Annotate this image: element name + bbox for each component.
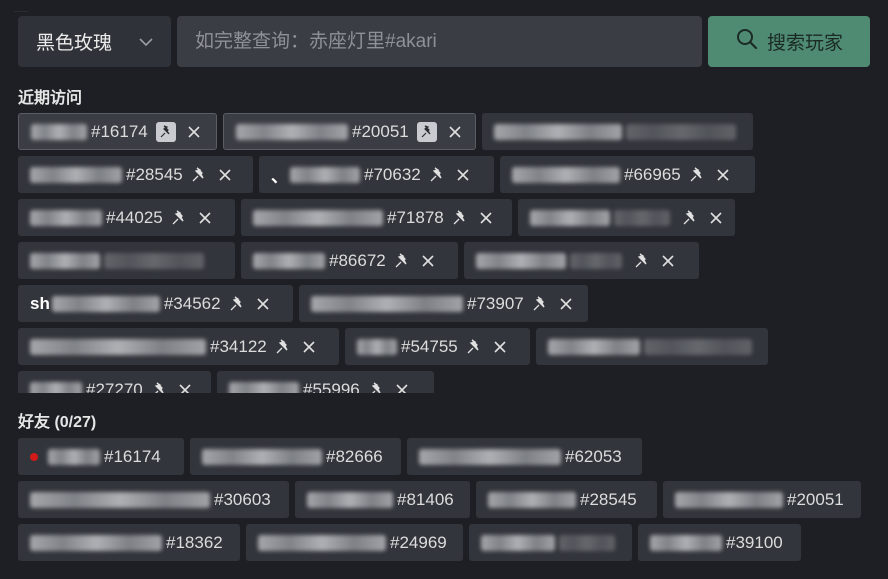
player-tag: #70632	[364, 164, 421, 184]
close-icon[interactable]	[480, 211, 492, 224]
pin-icon[interactable]	[191, 166, 207, 183]
close-icon[interactable]	[710, 211, 722, 224]
player-tag: #18362	[166, 532, 223, 552]
friend-chip[interactable]: #24969	[246, 524, 463, 561]
search-button[interactable]: 搜索玩家	[708, 16, 870, 67]
pin-icon[interactable]	[682, 209, 698, 226]
player-tag: #62053	[565, 446, 622, 466]
friend-chip[interactable]: #81406	[295, 481, 470, 518]
player-tag: #34562	[163, 293, 221, 313]
recent-chip[interactable]: #86672	[241, 242, 458, 279]
close-icon[interactable]	[396, 383, 408, 393]
close-icon[interactable]	[257, 297, 269, 310]
close-icon[interactable]	[188, 125, 200, 138]
friends-section-title: 好友 (0/27)	[18, 414, 97, 431]
pin-icon[interactable]	[171, 209, 187, 226]
chevron-down-icon	[137, 33, 155, 57]
recent-chip[interactable]	[536, 328, 768, 365]
recent-chip[interactable]: #66965	[500, 156, 755, 193]
server-select-label: 黑色玫瑰	[36, 33, 113, 54]
recent-chip[interactable]	[18, 242, 235, 279]
close-icon[interactable]	[179, 383, 191, 393]
close-icon[interactable]	[303, 340, 315, 353]
close-icon[interactable]	[422, 254, 434, 267]
recent-chip[interactable]: sh #34562	[18, 285, 293, 322]
recent-chip[interactable]: #20051	[223, 113, 476, 150]
close-icon[interactable]	[219, 168, 231, 181]
player-tag: #27270	[86, 379, 143, 394]
pin-icon[interactable]	[689, 166, 705, 183]
player-tag: #28545	[580, 489, 637, 509]
search-bar: 黑色玫瑰 搜索玩家	[18, 16, 870, 67]
recent-chip[interactable]: #27270	[18, 371, 211, 393]
pin-icon[interactable]	[634, 252, 650, 269]
pin-icon[interactable]	[275, 338, 291, 355]
pin-icon[interactable]	[416, 121, 437, 142]
friend-chip[interactable]: #30603	[18, 481, 289, 518]
recent-chip[interactable]: #54755	[345, 328, 530, 365]
friend-chip[interactable]: #82666	[190, 438, 401, 475]
friend-chip[interactable]: #16174	[18, 438, 184, 475]
recent-chip[interactable]: #55996	[217, 371, 434, 393]
friend-chip[interactable]: #28545	[476, 481, 657, 518]
recent-chip[interactable]: #44025	[18, 199, 235, 236]
close-icon[interactable]	[199, 211, 211, 224]
friend-chip[interactable]: #20051	[663, 481, 861, 518]
player-tag: #81406	[397, 489, 454, 509]
recent-chip[interactable]: #73907	[299, 285, 588, 322]
player-tag: #34122	[210, 336, 267, 356]
friend-chip[interactable]	[469, 524, 632, 561]
player-tag: #24969	[390, 532, 447, 552]
player-tag: #16174	[104, 446, 161, 466]
player-tag: #82666	[326, 446, 383, 466]
pin-icon[interactable]	[466, 338, 482, 355]
player-tag: #28545	[126, 164, 183, 184]
player-tag: #16174	[91, 121, 148, 141]
player-tag: #20051	[352, 121, 409, 141]
pin-icon[interactable]	[532, 295, 548, 312]
player-tag: #66965	[624, 164, 681, 184]
player-tag: #55996	[303, 379, 360, 394]
pin-icon[interactable]	[368, 381, 384, 393]
close-icon[interactable]	[560, 297, 572, 310]
search-icon	[735, 27, 759, 57]
pin-icon[interactable]	[452, 209, 468, 226]
search-button-label: 搜索玩家	[766, 33, 843, 54]
recent-chip[interactable]: #71878	[241, 199, 512, 236]
player-tag: #20051	[787, 489, 844, 509]
player-tag: #44025	[106, 207, 163, 227]
close-icon[interactable]	[457, 168, 469, 181]
friends-list: #16174 #82666 #62053 #30603 #81406 #2854…	[18, 438, 878, 568]
pin-icon[interactable]	[229, 295, 245, 312]
pin-icon[interactable]	[429, 166, 445, 183]
recent-chip[interactable]: #28545	[18, 156, 253, 193]
pin-icon[interactable]	[394, 252, 410, 269]
player-tag: #71878	[387, 207, 444, 227]
recent-section-title: 近期访问	[18, 90, 83, 107]
recent-chip[interactable]: 、 #70632	[259, 156, 494, 193]
close-icon[interactable]	[662, 254, 674, 267]
recent-chip[interactable]: #34122	[18, 328, 339, 365]
pin-icon[interactable]	[151, 381, 167, 393]
search-input[interactable]	[177, 16, 702, 67]
recent-chip[interactable]	[518, 199, 735, 236]
player-tag: #30603	[214, 489, 271, 509]
player-tag: #73907	[467, 293, 524, 313]
pin-icon[interactable]	[155, 121, 176, 142]
player-tag: #54755	[401, 336, 458, 356]
recent-chip[interactable]: #16174	[18, 113, 217, 150]
recent-chip[interactable]	[482, 113, 753, 150]
friend-chip[interactable]: #62053	[407, 438, 642, 475]
recent-chip[interactable]	[464, 242, 699, 279]
server-select[interactable]: 黑色玫瑰	[18, 16, 171, 67]
friend-chip[interactable]: #39100	[638, 524, 801, 561]
player-tag: #86672	[329, 250, 386, 270]
friend-chip[interactable]: #18362	[18, 524, 240, 561]
close-icon[interactable]	[449, 125, 461, 138]
close-icon[interactable]	[494, 340, 506, 353]
recent-list: #16174 #20051 #28545 、 #70632 #66965 #44…	[18, 109, 878, 393]
online-status-dot	[30, 452, 38, 461]
player-tag: #39100	[726, 532, 783, 552]
close-icon[interactable]	[717, 168, 729, 181]
